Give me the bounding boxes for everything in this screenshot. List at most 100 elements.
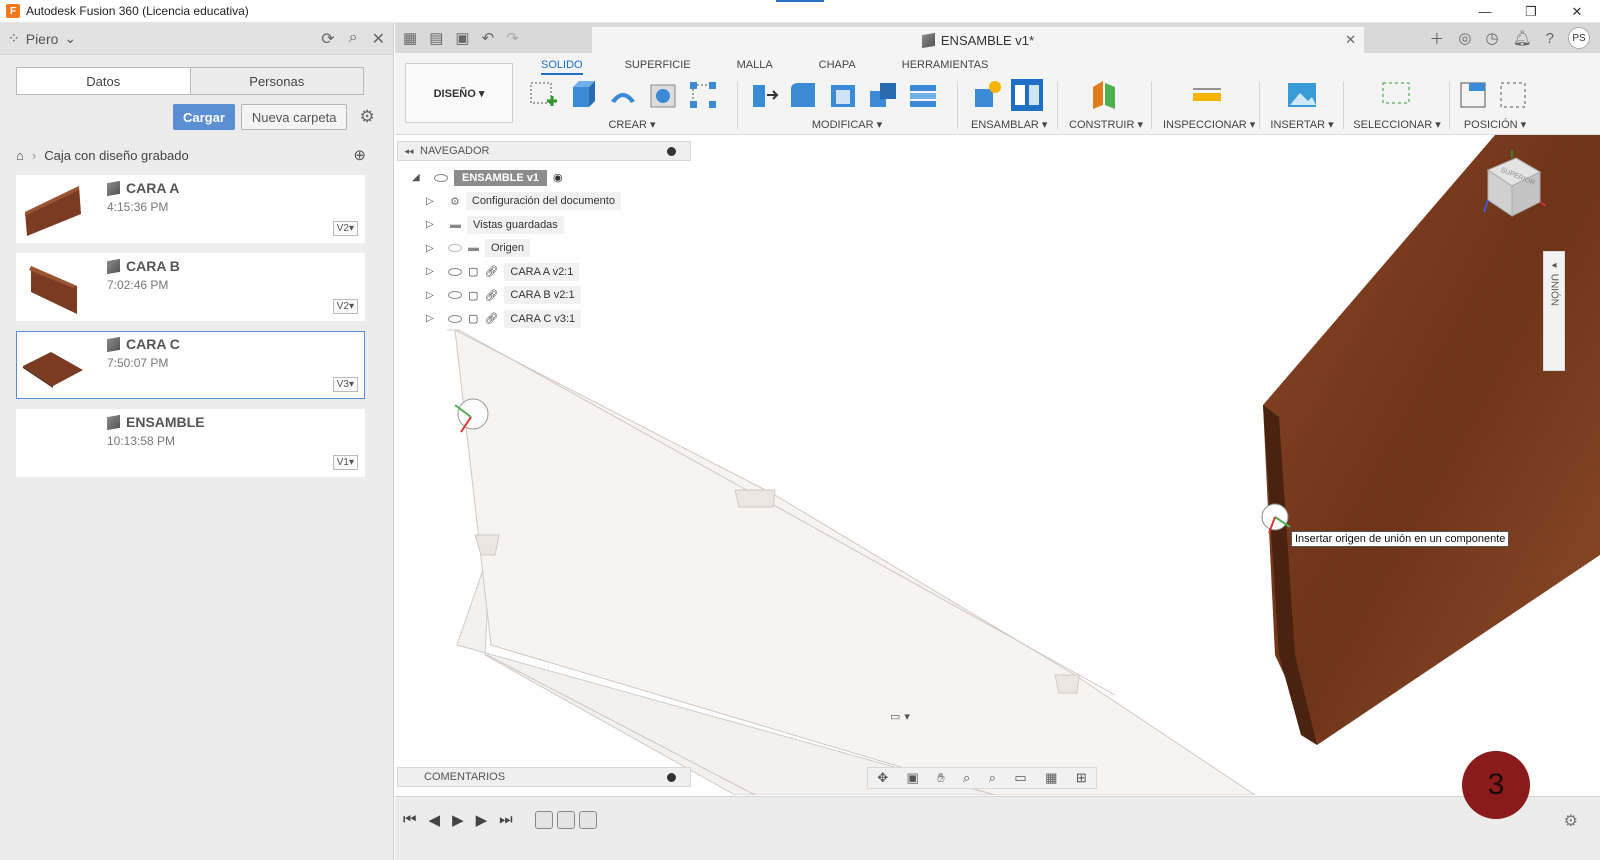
- combine-icon[interactable]: [867, 79, 899, 111]
- joint-panel-tab[interactable]: ◂ UNIÓN: [1543, 251, 1565, 371]
- tree-item-saved-views[interactable]: ▷ ▬ Vistas guardadas: [412, 213, 672, 237]
- refresh-icon[interactable]: ⟳: [321, 29, 334, 49]
- group-label[interactable]: INSERTAR ▾: [1269, 118, 1335, 131]
- select-box-icon[interactable]: [1381, 79, 1413, 111]
- add-comment-icon[interactable]: [667, 772, 676, 782]
- group-label[interactable]: CONSTRUIR ▾: [1069, 118, 1143, 131]
- insert-image-icon[interactable]: [1286, 79, 1318, 111]
- tab-chapa[interactable]: CHAPA: [819, 57, 856, 75]
- file-card-cara-c[interactable]: CARA C 7:50:07 PM V3▾: [16, 331, 365, 399]
- tab-personas[interactable]: Personas: [189, 68, 363, 94]
- tab-superficie[interactable]: SUPERFICIE: [625, 57, 691, 75]
- group-label[interactable]: CREAR ▾: [527, 118, 737, 131]
- tree-item-origin[interactable]: ▷ ▬ Origen: [412, 237, 672, 261]
- expand-icon[interactable]: ▷: [426, 196, 438, 207]
- grid-icon[interactable]: ▦: [1045, 770, 1057, 786]
- version-badge[interactable]: V3▾: [332, 377, 358, 392]
- expand-icon[interactable]: ▷: [426, 290, 438, 301]
- zoom-icon[interactable]: ⌕: [963, 770, 970, 786]
- revert-position-icon[interactable]: [1497, 79, 1529, 111]
- minimize-button[interactable]: —: [1462, 0, 1508, 23]
- revolve-icon[interactable]: [607, 79, 639, 111]
- next-step-icon[interactable]: ▶: [476, 811, 488, 829]
- shell-icon[interactable]: [827, 79, 859, 111]
- settings-gear-icon[interactable]: ⚙: [359, 107, 374, 127]
- grid-menu-icon[interactable]: ▦: [403, 29, 417, 47]
- display-settings-toggle[interactable]: ▭ ▾: [890, 707, 934, 725]
- collapse-icon[interactable]: ◂◂: [398, 146, 420, 157]
- minimize-browser-icon[interactable]: [667, 146, 676, 156]
- globe-icon[interactable]: ⊕: [353, 146, 366, 164]
- press-pull-icon[interactable]: [747, 79, 779, 111]
- expand-icon[interactable]: ▷: [426, 243, 438, 254]
- tree-item-config[interactable]: ▷ ⚙ Configuración del documento: [412, 190, 672, 214]
- visibility-eye-icon[interactable]: [448, 314, 462, 323]
- breadcrumb-project[interactable]: Caja con diseño grabado: [44, 148, 189, 163]
- save-icon[interactable]: ▣: [455, 29, 469, 47]
- expand-icon[interactable]: ▷: [426, 219, 438, 230]
- new-component-icon[interactable]: [971, 79, 1003, 111]
- upload-button[interactable]: Cargar: [173, 104, 235, 130]
- first-step-icon[interactable]: ⏮: [403, 811, 417, 829]
- file-menu-icon[interactable]: ▤: [429, 29, 443, 47]
- tree-item-cara-b[interactable]: ▷ ▢ 🔗︎ CARA B v2:1: [412, 284, 672, 308]
- help-icon[interactable]: ?: [1546, 30, 1554, 47]
- notifications-icon[interactable]: 🔔︎: [1513, 29, 1532, 47]
- close-tab-icon[interactable]: ✕: [1345, 32, 1356, 48]
- plane-icon[interactable]: [1089, 79, 1121, 111]
- hole-icon[interactable]: [647, 79, 679, 111]
- new-folder-button[interactable]: Nueva carpeta: [240, 104, 348, 130]
- pan-icon[interactable]: ✋︎: [937, 770, 944, 786]
- group-label[interactable]: INSPECCIONAR ▾: [1163, 118, 1255, 131]
- visibility-eye-icon[interactable]: [434, 173, 448, 182]
- undo-icon[interactable]: ↶: [482, 29, 495, 47]
- close-icon[interactable]: ✕: [372, 29, 385, 49]
- offset-face-icon[interactable]: [907, 79, 939, 111]
- last-step-icon[interactable]: ⏭: [499, 811, 513, 829]
- group-label[interactable]: POSICIÓN ▾: [1457, 118, 1533, 131]
- tab-herramientas[interactable]: HERRAMIENTAS: [902, 57, 989, 75]
- orbit-icon[interactable]: ✥: [877, 770, 888, 786]
- extrude-icon[interactable]: [567, 79, 599, 111]
- version-badge[interactable]: V1▾: [332, 455, 358, 470]
- expand-icon[interactable]: ▷: [426, 313, 438, 324]
- workspace-switcher[interactable]: DISEÑO ▾: [405, 63, 513, 123]
- joint-origin-icon[interactable]: [1011, 79, 1043, 111]
- timeline-feature[interactable]: [579, 811, 597, 829]
- visibility-eye-icon[interactable]: [448, 267, 462, 276]
- capture-position-icon[interactable]: [1457, 79, 1489, 111]
- file-card-ensamble[interactable]: ENSAMBLE 10:13:58 PM V1▾: [16, 409, 365, 477]
- document-tab[interactable]: ENSAMBLE v1* ✕: [592, 27, 1364, 53]
- measure-icon[interactable]: [1191, 79, 1223, 111]
- look-at-icon[interactable]: ▣: [907, 770, 919, 786]
- viewports-icon[interactable]: ⊞: [1076, 770, 1087, 786]
- sketch-icon[interactable]: [527, 79, 559, 111]
- expand-icon[interactable]: ▷: [426, 266, 438, 277]
- group-label[interactable]: SELECCIONAR ▾: [1353, 118, 1441, 131]
- home-icon[interactable]: ⌂: [16, 148, 24, 163]
- job-status-icon[interactable]: ◷: [1486, 29, 1499, 47]
- tab-malla[interactable]: MALLA: [737, 57, 773, 75]
- file-card-cara-a[interactable]: CARA A 4:15:36 PM V2▾: [16, 175, 365, 243]
- group-label[interactable]: MODIFICAR ▾: [747, 118, 947, 131]
- hidden-eye-icon[interactable]: [448, 244, 462, 253]
- search-icon[interactable]: ⌕: [349, 29, 358, 49]
- group-label[interactable]: ENSAMBLAR ▾: [971, 118, 1047, 131]
- version-badge[interactable]: V2▾: [332, 299, 358, 314]
- display-style-icon[interactable]: ▭: [1014, 770, 1026, 786]
- tree-item-cara-c[interactable]: ▷ ▢ 🔗︎ CARA C v3:1: [412, 307, 672, 331]
- new-tab-icon[interactable]: ＋: [1429, 28, 1444, 49]
- tree-item-cara-a[interactable]: ▷ ▢ 🔗︎ CARA A v2:1: [412, 260, 672, 284]
- visibility-eye-icon[interactable]: [448, 291, 462, 300]
- extensions-icon[interactable]: ◎: [1458, 29, 1471, 47]
- fillet-icon[interactable]: [787, 79, 819, 111]
- previous-step-icon[interactable]: ◀: [429, 811, 441, 829]
- version-badge[interactable]: V2▾: [332, 221, 358, 236]
- timeline-feature[interactable]: [557, 811, 575, 829]
- file-card-cara-b[interactable]: CARA B 7:02:46 PM V2▾: [16, 253, 365, 321]
- tab-datos[interactable]: Datos: [17, 68, 190, 94]
- pattern-icon[interactable]: [687, 79, 719, 111]
- viewcube[interactable]: SUPERIOR: [1478, 150, 1548, 220]
- activate-radio-icon[interactable]: ◉: [553, 171, 563, 184]
- tree-root[interactable]: ◢ ENSAMBLE v1 ◉: [412, 166, 672, 190]
